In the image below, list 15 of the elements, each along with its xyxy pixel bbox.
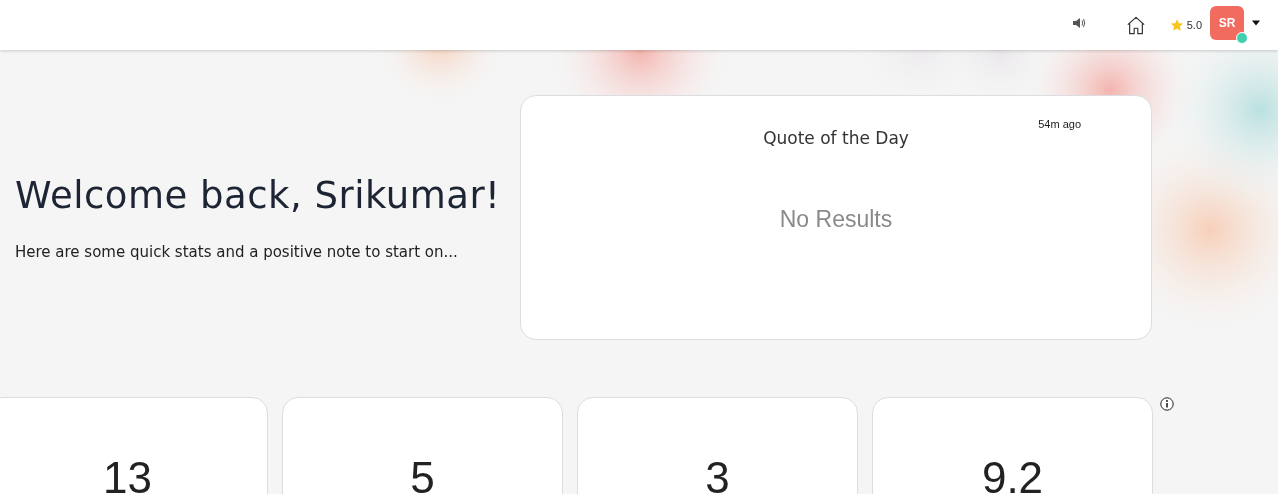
- stat-value: 3: [705, 456, 730, 494]
- stat-value: 5: [410, 456, 435, 494]
- empty-message: No Results: [779, 206, 893, 233]
- quote-time: 54m ago: [1038, 118, 1081, 130]
- info-icon[interactable]: [1160, 397, 1174, 411]
- welcome-title: Welcome back, Srikumar!: [15, 174, 502, 217]
- welcome-subtitle: Here are some quick stats and a positive note to start on...: [15, 243, 459, 261]
- star-icon: [1169, 18, 1184, 32]
- home-icon[interactable]: [1125, 15, 1146, 35]
- caret-icon[interactable]: [1252, 20, 1260, 26]
- quote-title: Quote of the Day: [763, 128, 909, 148]
- rating-value: 5.0: [1186, 19, 1202, 31]
- speaker-icon[interactable]: [1071, 17, 1086, 29]
- stat-value: 9.2: [981, 456, 1044, 494]
- stat-value: 13: [103, 456, 152, 494]
